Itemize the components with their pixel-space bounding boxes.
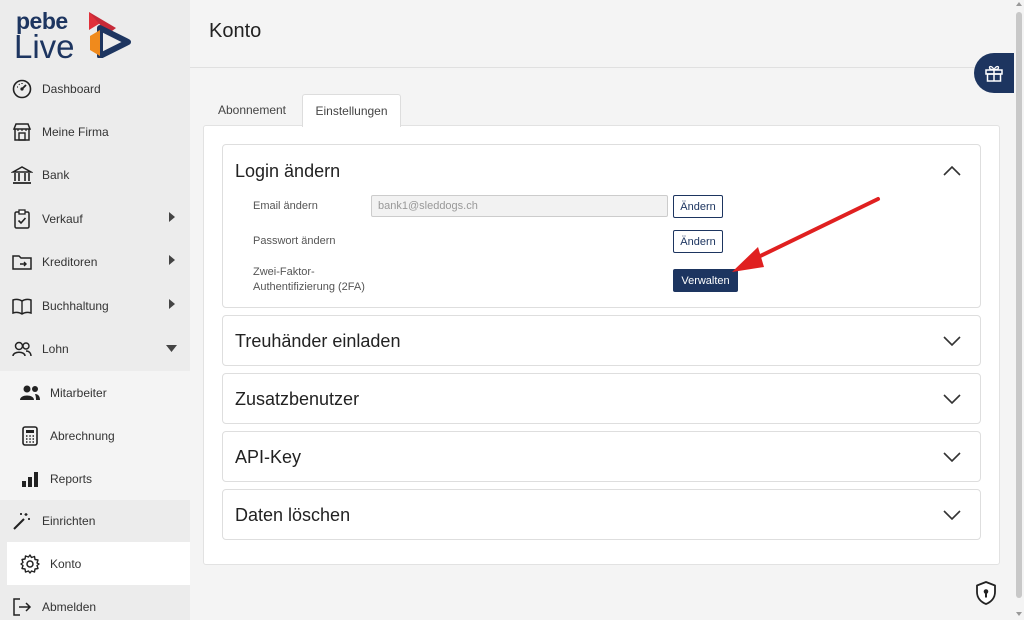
caret-right-icon	[169, 299, 175, 309]
vertical-scrollbar[interactable]	[1014, 0, 1024, 620]
sidebar-item-label: Abrechnung	[50, 428, 115, 443]
page-title: Konto	[209, 20, 262, 42]
accordion-title: Treuhänder einladen	[235, 331, 401, 351]
bank-icon	[11, 166, 33, 184]
page-header: Konto	[190, 0, 1014, 68]
tab-einstellungen[interactable]: Einstellungen	[302, 94, 401, 127]
calculator-icon	[22, 426, 38, 446]
sidebar-item-label: Verkauf	[42, 211, 83, 226]
change-email-button[interactable]: Ändern	[673, 195, 723, 218]
magic-wand-icon	[13, 513, 30, 530]
sidebar-item-reports[interactable]: Reports	[0, 457, 190, 500]
folder-arrow-icon	[12, 255, 32, 270]
clipboard-check-icon	[14, 209, 30, 229]
logout-icon	[13, 598, 32, 616]
chevron-down-icon[interactable]	[943, 394, 961, 404]
caret-down-icon	[166, 345, 177, 352]
chevron-up-icon[interactable]	[943, 166, 961, 176]
accordion-title: API-Key	[235, 447, 302, 467]
sidebar-item-label: Mitarbeiter	[50, 385, 107, 400]
sidebar-item-meine-firma[interactable]: Meine Firma	[0, 110, 190, 153]
chevron-down-icon[interactable]	[943, 452, 961, 462]
sidebar-item-bank[interactable]: Bank	[0, 153, 190, 196]
accordion-title: Daten löschen	[235, 505, 351, 525]
annotation-arrow	[732, 197, 880, 272]
sidebar: pebe Live Dashboard Meine Firma Bank Ver…	[0, 0, 190, 620]
sidebar-item-dashboard[interactable]: Dashboard	[0, 67, 190, 110]
logo-play-icon	[89, 12, 131, 58]
accordion-zusatzbenutzer[interactable]: Zusatzbenutzer	[222, 373, 981, 424]
shield-lock-icon[interactable]	[973, 580, 999, 606]
accordion-title: Zusatzbenutzer	[235, 389, 360, 409]
caret-right-icon	[169, 255, 175, 265]
gift-button[interactable]	[974, 53, 1014, 93]
sidebar-item-label: Einrichten	[42, 513, 96, 528]
bar-chart-icon	[22, 472, 38, 487]
scrollbar-thumb[interactable]	[1016, 12, 1022, 598]
sidebar-item-label: Meine Firma	[42, 124, 109, 139]
sidebar-item-konto[interactable]: Konto	[7, 542, 190, 585]
sidebar-item-kreditoren[interactable]: Kreditoren	[0, 240, 190, 283]
sidebar-item-label: Kreditoren	[42, 254, 98, 269]
sidebar-item-lohn[interactable]: Lohn	[0, 327, 190, 370]
scroll-down-arrow[interactable]	[1016, 612, 1022, 616]
sidebar-item-label: Reports	[50, 471, 93, 486]
gauge-icon	[12, 79, 32, 99]
sidebar-item-label: Buchhaltung	[42, 298, 109, 313]
accordion-treuhaender[interactable]: Treuhänder einladen	[222, 315, 981, 366]
sidebar-item-label: Abmelden	[42, 599, 97, 614]
store-icon	[12, 123, 32, 141]
twofa-label-line1: Zwei-Faktor-	[253, 266, 315, 278]
sidebar-item-label: Lohn	[42, 341, 69, 356]
sidebar-item-label: Dashboard	[42, 81, 101, 96]
password-label: Passwort ändern	[253, 235, 336, 247]
sidebar-item-verkauf[interactable]: Verkauf	[0, 197, 190, 240]
accordion-api-key[interactable]: API-Key	[222, 431, 981, 482]
sidebar-item-buchhaltung[interactable]: Buchhaltung	[0, 284, 190, 327]
gear-icon	[20, 554, 40, 574]
people-icon	[20, 385, 40, 400]
chevron-down-icon[interactable]	[943, 336, 961, 346]
pebe-live-logo[interactable]: pebe Live	[14, 8, 144, 65]
accordion-title: Login ändern	[235, 161, 341, 181]
users-icon	[12, 341, 32, 357]
sidebar-item-einrichten[interactable]: Einrichten	[0, 499, 190, 542]
gift-icon	[985, 65, 1003, 82]
sidebar-item-abrechnung[interactable]: Abrechnung	[0, 414, 190, 457]
accordion-daten-loeschen[interactable]: Daten löschen	[222, 489, 981, 540]
chevron-down-icon[interactable]	[943, 510, 961, 520]
twofa-label-line2: Authentifizierung (2FA)	[253, 281, 365, 293]
book-icon	[12, 298, 32, 315]
sidebar-item-label: Konto	[50, 556, 82, 571]
sidebar-item-abmelden[interactable]: Abmelden	[0, 585, 190, 620]
scroll-up-arrow[interactable]	[1016, 2, 1022, 6]
email-label: Email ändern	[253, 200, 318, 212]
sidebar-item-label: Bank	[42, 167, 70, 182]
sidebar-item-mitarbeiter[interactable]: Mitarbeiter	[0, 371, 190, 414]
email-field[interactable]	[371, 195, 668, 217]
caret-right-icon	[169, 212, 175, 222]
tab-abonnement[interactable]: Abonnement	[204, 94, 300, 126]
change-password-button[interactable]: Ändern	[673, 230, 723, 253]
logo-text-bottom: Live	[14, 28, 75, 65]
